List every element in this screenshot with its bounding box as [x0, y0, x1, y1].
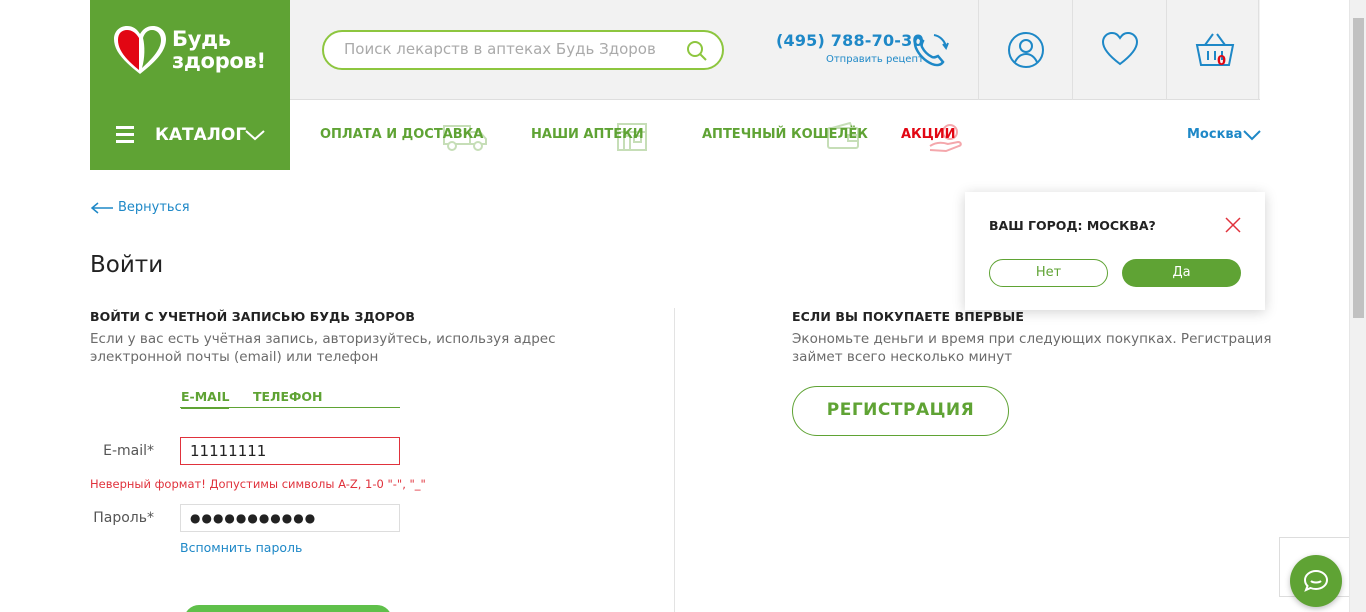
- remind-password-link[interactable]: Вспомнить пароль: [180, 540, 302, 555]
- site-logo[interactable]: Будь здоров!: [90, 0, 290, 100]
- page-title: Войти: [90, 252, 164, 278]
- chat-button[interactable]: [1290, 555, 1342, 607]
- login-description: Если у вас есть учётная запись, авторизу…: [90, 330, 556, 366]
- nav-link-promo[interactable]: АКЦИИ: [901, 127, 956, 142]
- heart-icon: [1101, 31, 1139, 66]
- city-no-button[interactable]: Нет: [989, 259, 1108, 287]
- register-desc-line2: займет всего несколько минут: [792, 349, 1013, 365]
- email-label: E-mail*: [103, 443, 154, 459]
- catalog-button[interactable]: КАТАЛОГ: [90, 100, 290, 170]
- logo-text: Будь здоров!: [172, 28, 266, 72]
- search-input[interactable]: [344, 40, 674, 58]
- nav-link-wallet[interactable]: АПТЕЧНЫЙ КОШЕЛЁК: [702, 127, 868, 142]
- register-desc-line1: Экономьте деньги и время при следующих п…: [792, 331, 1272, 347]
- close-icon[interactable]: [1224, 216, 1242, 234]
- login-submit-button[interactable]: [184, 605, 392, 612]
- password-label: Пароль*: [93, 510, 154, 526]
- tab-phone[interactable]: ТЕЛЕФОН: [253, 389, 322, 407]
- nav-link-delivery[interactable]: ОПЛАТА И ДОСТАВКА: [320, 127, 483, 142]
- phone-block: (495) 788-70-30 Отправить рецепт: [776, 31, 924, 65]
- logo-line2: здоров!: [172, 49, 266, 73]
- register-section-title: ЕСЛИ ВЫ ПОКУПАЕТЕ ВПЕРВЫЕ: [792, 309, 1024, 324]
- password-field[interactable]: [180, 504, 400, 532]
- cart-count-badge: 0: [1217, 54, 1227, 69]
- back-link[interactable]: Вернуться: [90, 200, 190, 215]
- column-divider: [674, 308, 675, 612]
- logo-line1: Будь: [172, 27, 231, 51]
- phone-icon[interactable]: [910, 31, 950, 69]
- register-button[interactable]: РЕГИСТРАЦИЯ: [792, 386, 1009, 436]
- scrollbar-thumb[interactable]: [1353, 18, 1364, 318]
- login-desc-line1: Если у вас есть учётная запись, авторизу…: [90, 331, 556, 347]
- catalog-label: КАТАЛОГ: [155, 125, 247, 145]
- back-label: Вернуться: [118, 200, 190, 215]
- login-section-title: ВОЙТИ С УЧЕТНОЙ ЗАПИСЬЮ БУДЬ ЗДОРОВ: [90, 309, 416, 324]
- heart-logo-icon: [114, 26, 166, 74]
- email-error-message: Неверный формат! Допустимы символы A-Z, …: [90, 477, 426, 491]
- search-icon[interactable]: [686, 40, 708, 62]
- chat-bubble-icon: [1303, 569, 1329, 592]
- favorites-button[interactable]: [1072, 0, 1165, 100]
- tab-email[interactable]: E-MAIL: [181, 389, 230, 409]
- chevron-down-icon[interactable]: [1242, 128, 1262, 142]
- arrow-left-icon: [90, 201, 113, 214]
- search-box[interactable]: [322, 30, 724, 70]
- city-yes-button[interactable]: Да: [1122, 259, 1241, 287]
- cart-button[interactable]: 0: [1166, 0, 1259, 100]
- email-field[interactable]: [180, 437, 400, 465]
- city-question: ВАШ ГОРОД: МОСКВА?: [989, 218, 1156, 233]
- login-method-tabs: E-MAIL ТЕЛЕФОН: [180, 388, 400, 409]
- site-header: Будь здоров! (495) 788-70-30 Отправить р…: [90, 0, 1260, 100]
- login-desc-line2: электронной почты (email) или телефон: [90, 349, 379, 365]
- phone-number[interactable]: (495) 788-70-30: [776, 31, 924, 50]
- menu-icon: [116, 126, 134, 143]
- send-prescription-link[interactable]: Отправить рецепт: [776, 54, 924, 65]
- basket-icon: [1195, 33, 1235, 66]
- register-description: Экономьте деньги и время при следующих п…: [792, 330, 1271, 366]
- chevron-down-icon: [245, 130, 265, 141]
- city-confirm-popup: ВАШ ГОРОД: МОСКВА? Нет Да: [965, 192, 1265, 310]
- page-scrollbar[interactable]: [1349, 0, 1366, 612]
- user-icon: [1008, 32, 1044, 68]
- account-button[interactable]: [978, 0, 1071, 100]
- city-selector[interactable]: Москва: [1187, 127, 1242, 142]
- nav-link-pharmacies[interactable]: НАШИ АПТЕКИ: [531, 127, 644, 142]
- main-nav: КАТАЛОГ ОПЛАТА И ДОСТАВКА НАШИ АПТЕКИ АП…: [90, 100, 1262, 170]
